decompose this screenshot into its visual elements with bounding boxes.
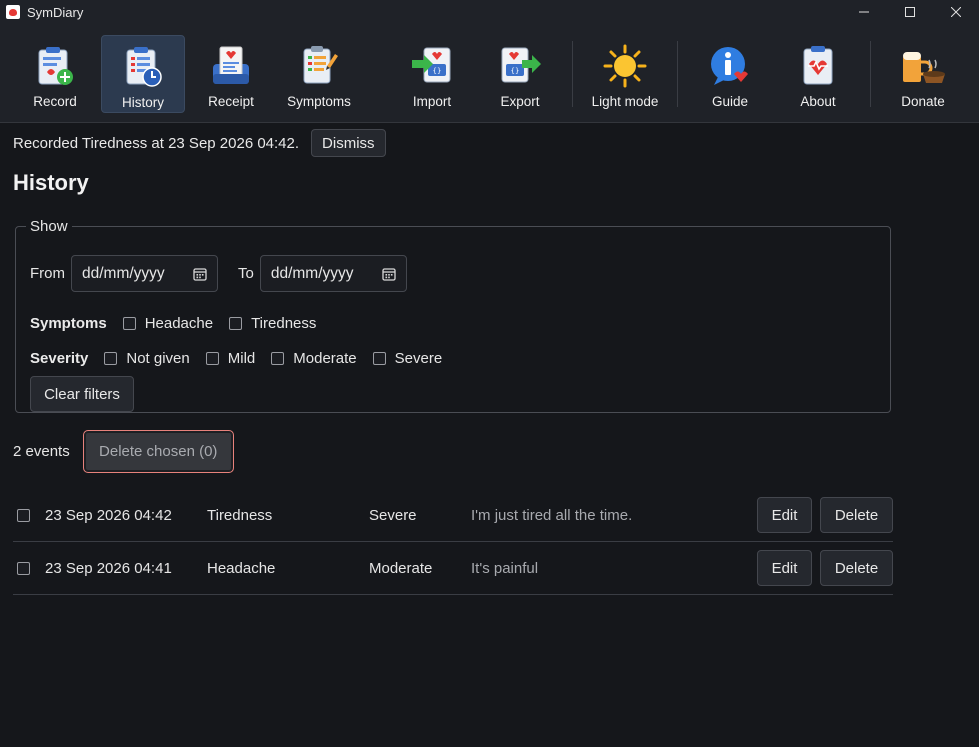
severity-filter-row: Severity Not given Mild Moderate Severe [30,350,442,367]
about-icon [794,42,842,90]
minimize-icon[interactable] [841,0,887,24]
status-banner: Recorded Tiredness at 23 Sep 2026 04:42.… [13,129,386,157]
event-datetime: 23 Sep 2026 04:42 [45,506,172,524]
info-icon [706,42,754,90]
toolbar-symptoms-button[interactable]: Symptoms [280,35,358,113]
export-icon: {} [496,42,544,90]
toolbar-import-button[interactable]: {} Import [393,35,471,113]
event-severity: Severe [369,506,417,524]
event-symptom: Headache [207,559,276,577]
to-label: To [238,265,254,282]
main-toolbar: Record History Receipt Symptoms {} Impor… [0,24,979,123]
maximize-icon[interactable] [887,0,933,24]
from-label: From [30,265,65,282]
toolbar-about-button[interactable]: About [779,35,857,113]
toolbar-separator [677,41,678,107]
table-row: 23 Sep 2026 04:42 Tiredness Severe I'm j… [13,489,893,542]
date-range-row: From dd/mm/yyyy To dd/mm/yyyy [30,255,407,292]
toolbar-donate-button[interactable]: Donate [884,35,962,113]
delete-button[interactable]: Delete [820,550,893,586]
severity-checkbox-severe[interactable]: Severe [372,350,442,367]
toolbar-guide-button[interactable]: Guide [691,35,769,113]
svg-text:{}: {} [511,67,520,75]
svg-text:{}: {} [433,67,442,75]
delete-button[interactable]: Delete [820,497,893,533]
events-summary: 2 events Delete chosen (0) [13,430,234,473]
symptoms-label: Symptoms [30,315,107,332]
history-icon [119,43,167,91]
calendar-icon[interactable] [382,267,396,281]
donate-icon [899,42,947,90]
severity-label: Severity [30,350,89,367]
toolbar-receipt-button[interactable]: Receipt [192,35,270,113]
app-logo-icon [6,5,20,19]
event-severity: Moderate [369,559,433,577]
toolbar-light-mode-button[interactable]: Light mode [584,35,666,113]
toolbar-separator [572,41,573,107]
events-count: 2 events [13,443,70,460]
close-icon[interactable] [933,0,979,24]
symptom-checkbox-tiredness[interactable]: Tiredness [229,315,316,332]
to-date-input[interactable]: dd/mm/yyyy [259,255,407,292]
filters-legend: Show [30,218,68,235]
event-symptom: Tiredness [207,506,273,524]
clear-filters-button[interactable]: Clear filters [30,376,134,412]
event-note: I'm just tired all the time. [471,506,633,524]
event-datetime: 23 Sep 2026 04:41 [45,559,172,577]
edit-button[interactable]: Edit [757,497,812,533]
toolbar-record-button[interactable]: Record [16,35,94,113]
severity-checkbox-moderate[interactable]: Moderate [271,350,357,367]
table-row: 23 Sep 2026 04:41 Headache Moderate It's… [13,542,893,595]
symptom-checkbox-headache[interactable]: Headache [122,315,213,332]
window-title: SymDiary [27,4,84,20]
toolbar-separator [870,41,871,107]
title-bar: SymDiary [0,0,979,24]
toolbar-history-button[interactable]: History [101,35,185,113]
severity-checkbox-mild[interactable]: Mild [205,350,255,367]
from-date-input[interactable]: dd/mm/yyyy [71,255,218,292]
symptoms-icon [295,42,343,90]
dismiss-button[interactable]: Dismiss [311,129,386,157]
calendar-icon[interactable] [193,267,207,281]
severity-checkbox-not-given[interactable]: Not given [104,350,190,367]
delete-chosen-button[interactable]: Delete chosen (0) [82,430,234,473]
window-controls [841,0,979,24]
symptoms-filter-row: Symptoms Headache Tiredness [30,315,316,332]
row-select-checkbox[interactable] [17,542,30,594]
event-note: It's painful [471,559,539,577]
record-icon [31,42,79,90]
events-table: 23 Sep 2026 04:42 Tiredness Severe I'm j… [13,489,893,595]
import-icon: {} [408,42,456,90]
sun-icon [601,42,649,90]
page-title: History [13,170,89,195]
row-select-checkbox[interactable] [17,489,30,541]
edit-button[interactable]: Edit [757,550,812,586]
filters-panel: Show From dd/mm/yyyy To dd/mm/yyyy Sympt… [15,218,891,413]
receipt-icon [207,42,255,90]
status-message: Recorded Tiredness at 23 Sep 2026 04:42. [13,134,300,152]
toolbar-export-button[interactable]: {} Export [481,35,559,113]
